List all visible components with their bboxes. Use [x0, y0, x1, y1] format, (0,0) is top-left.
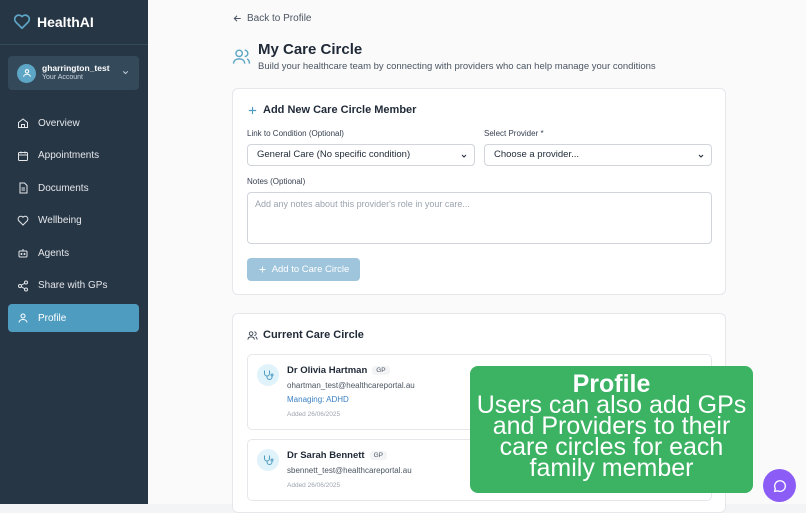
heart-icon — [17, 215, 29, 226]
avatar — [17, 63, 36, 83]
home-icon — [18, 118, 28, 128]
sidebar-item-label: Overview — [38, 117, 80, 129]
heart-logo-icon — [13, 14, 31, 30]
user-icon — [18, 313, 28, 323]
promo-overlay: Profile Users can also add GPs and Provi… — [470, 366, 753, 493]
overlay-line: family member — [529, 454, 694, 482]
condition-select-value: General Care (No specific condition) — [257, 149, 411, 160]
provider-avatar — [257, 449, 279, 471]
calendar-icon — [18, 151, 28, 161]
role-badge: GP — [372, 366, 390, 375]
document-icon — [19, 182, 28, 194]
sidebar-item-label: Agents — [38, 247, 70, 259]
member-name-text: Dr Olivia Hartman — [287, 365, 368, 376]
member-added-date: Added 26/06/2025 — [287, 482, 341, 489]
condition-select[interactable]: General Care (No specific condition) — [247, 144, 475, 166]
sidebar-item-label: Documents — [38, 182, 89, 194]
chevron-down-icon — [122, 71, 129, 75]
chat-button[interactable] — [763, 469, 796, 502]
chat-bubble-icon — [773, 479, 786, 492]
stethoscope-icon — [264, 370, 274, 380]
member-name: Dr Olivia Hartman GP — [287, 365, 390, 376]
plus-icon — [259, 266, 266, 273]
notes-textarea[interactable]: Add any notes about this provider's role… — [247, 192, 712, 244]
account-username: gharrington_test — [42, 63, 110, 73]
add-member-card: Add New Care Circle Member Link to Condi… — [232, 88, 726, 295]
sidebar-item-profile[interactable]: Profile — [8, 304, 139, 332]
sidebar-nav: Overview Appointments Documents Wellbein… — [8, 109, 139, 337]
robot-icon — [18, 249, 28, 258]
sidebar-item-appointments[interactable]: Appointments — [8, 142, 139, 170]
sidebar-item-label: Profile — [38, 312, 67, 324]
divider — [0, 44, 148, 45]
users-icon — [247, 330, 258, 340]
provider-avatar — [257, 364, 279, 386]
member-added-date: Added 26/06/2025 — [287, 411, 341, 418]
member-name-text: Dr Sarah Bennett — [287, 450, 365, 461]
card-title-text: Current Care Circle — [263, 329, 364, 341]
plus-icon — [248, 106, 257, 114]
chevron-down-icon — [698, 154, 704, 158]
page-title: My Care Circle — [258, 41, 363, 58]
chevron-down-icon — [461, 154, 467, 158]
role-badge: GP — [369, 451, 388, 460]
account-switcher[interactable]: gharrington_test Your Account — [8, 56, 139, 90]
notes-label: Notes (Optional) — [247, 177, 306, 186]
share-icon — [18, 280, 28, 291]
provider-label: Select Provider * — [484, 129, 544, 138]
arrow-left-icon — [233, 15, 241, 22]
sidebar-item-label: Wellbeing — [38, 215, 82, 226]
app-name: HealthAI — [37, 13, 94, 30]
member-email: sbennett_test@healthcareportal.au — [287, 466, 412, 475]
page-subtitle: Build your healthcare team by connecting… — [258, 61, 656, 72]
sidebar-item-label: Share with GPs — [38, 280, 108, 291]
provider-select-value: Choose a provider... — [494, 149, 580, 160]
sidebar-item-wellbeing[interactable]: Wellbeing — [8, 207, 139, 235]
users-icon — [232, 49, 251, 64]
app-logo[interactable]: HealthAI — [13, 13, 94, 30]
provider-select[interactable]: Choose a provider... — [484, 144, 712, 166]
member-email: ohartman_test@healthcareportal.au — [287, 381, 415, 390]
sidebar-item-label: Appointments — [38, 150, 100, 161]
member-managing: Managing: ADHD — [287, 395, 349, 404]
account-subtitle: Your Account — [42, 74, 83, 81]
member-name: Dr Sarah Bennett GP — [287, 450, 388, 461]
card-title-text: Add New Care Circle Member — [263, 104, 417, 116]
sidebar-item-share-with-gps[interactable]: Share with GPs — [8, 272, 139, 300]
add-to-care-circle-button[interactable]: Add to Care Circle — [247, 258, 360, 281]
back-link[interactable]: Back to Profile — [232, 13, 311, 24]
back-link-label: Back to Profile — [247, 13, 312, 24]
add-member-title: Add New Care Circle Member — [247, 104, 416, 116]
care-circle-title: Current Care Circle — [247, 329, 364, 341]
add-button-label: Add to Care Circle — [271, 264, 350, 275]
user-icon — [22, 69, 31, 77]
stethoscope-icon — [264, 455, 274, 465]
sidebar-item-agents[interactable]: Agents — [8, 239, 139, 267]
sidebar-item-documents[interactable]: Documents — [8, 174, 139, 202]
sidebar: HealthAI gharrington_test Your Account O… — [0, 0, 148, 504]
condition-label: Link to Condition (Optional) — [247, 129, 344, 138]
sidebar-item-overview[interactable]: Overview — [8, 109, 139, 137]
